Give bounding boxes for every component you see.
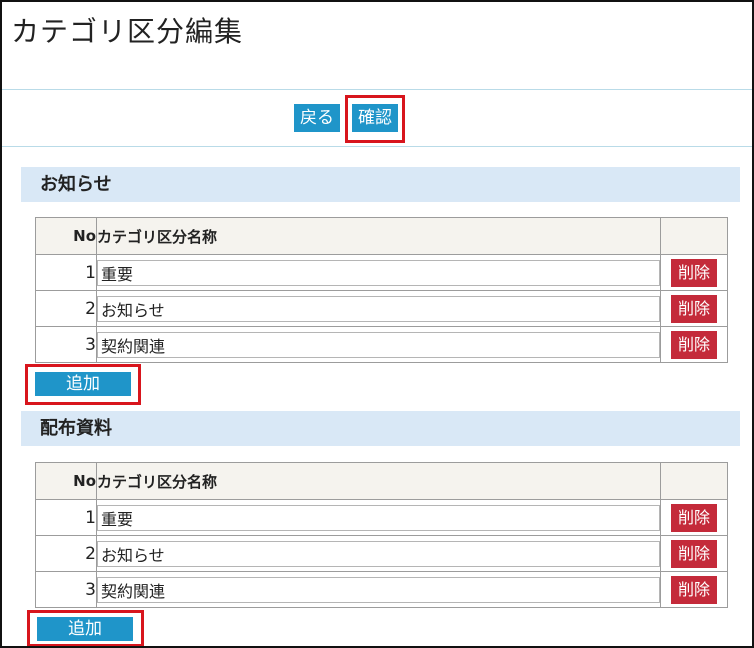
category-table-news: No カテゴリ区分名称 1 削除 2 削除 3 削除: [35, 217, 728, 363]
column-header-action: [660, 462, 728, 500]
category-name-input[interactable]: [97, 295, 660, 322]
column-header-no: No: [35, 217, 97, 255]
row-number: 2: [35, 535, 97, 572]
divider: [2, 89, 752, 90]
row-number: 3: [35, 326, 97, 363]
table-header-row: No カテゴリ区分名称: [35, 217, 728, 255]
category-name-input[interactable]: [97, 540, 660, 567]
table-row: 3 削除: [35, 326, 728, 363]
section-title-news: お知らせ: [21, 167, 740, 202]
confirm-button-highlight: [345, 95, 405, 143]
row-number: 1: [35, 254, 97, 291]
section-title-materials: 配布資料: [21, 411, 740, 446]
divider: [2, 146, 752, 147]
category-name-input[interactable]: [97, 504, 660, 531]
add-button-highlight: [27, 610, 144, 646]
delete-button[interactable]: 削除: [671, 503, 717, 532]
row-number: 2: [35, 290, 97, 327]
table-row: 3 削除: [35, 571, 728, 608]
delete-button[interactable]: 削除: [671, 539, 717, 568]
row-number: 3: [35, 571, 97, 608]
back-button[interactable]: 戻る: [294, 104, 340, 132]
table-row: 1 削除: [35, 499, 728, 536]
column-header-name: カテゴリ区分名称: [96, 462, 661, 500]
category-table-materials: No カテゴリ区分名称 1 削除 2 削除 3 削除: [35, 462, 728, 608]
category-name-input[interactable]: [97, 259, 660, 286]
table-row: 2 削除: [35, 290, 728, 327]
page-frame: カテゴリ区分編集 戻る 確認 お知らせ No カテゴリ区分名称 1 削除 2 削…: [0, 0, 754, 648]
row-number: 1: [35, 499, 97, 536]
delete-button[interactable]: 削除: [671, 575, 717, 604]
page-title: カテゴリ区分編集: [11, 15, 244, 48]
table-header-row: No カテゴリ区分名称: [35, 462, 728, 500]
category-name-input[interactable]: [97, 576, 660, 603]
category-name-input[interactable]: [97, 331, 660, 358]
delete-button[interactable]: 削除: [671, 294, 717, 323]
delete-button[interactable]: 削除: [671, 330, 717, 359]
delete-button[interactable]: 削除: [671, 258, 717, 287]
column-header-name: カテゴリ区分名称: [96, 217, 661, 255]
table-row: 1 削除: [35, 254, 728, 291]
add-button-highlight: [25, 364, 141, 405]
table-row: 2 削除: [35, 535, 728, 572]
column-header-no: No: [35, 462, 97, 500]
column-header-action: [660, 217, 728, 255]
